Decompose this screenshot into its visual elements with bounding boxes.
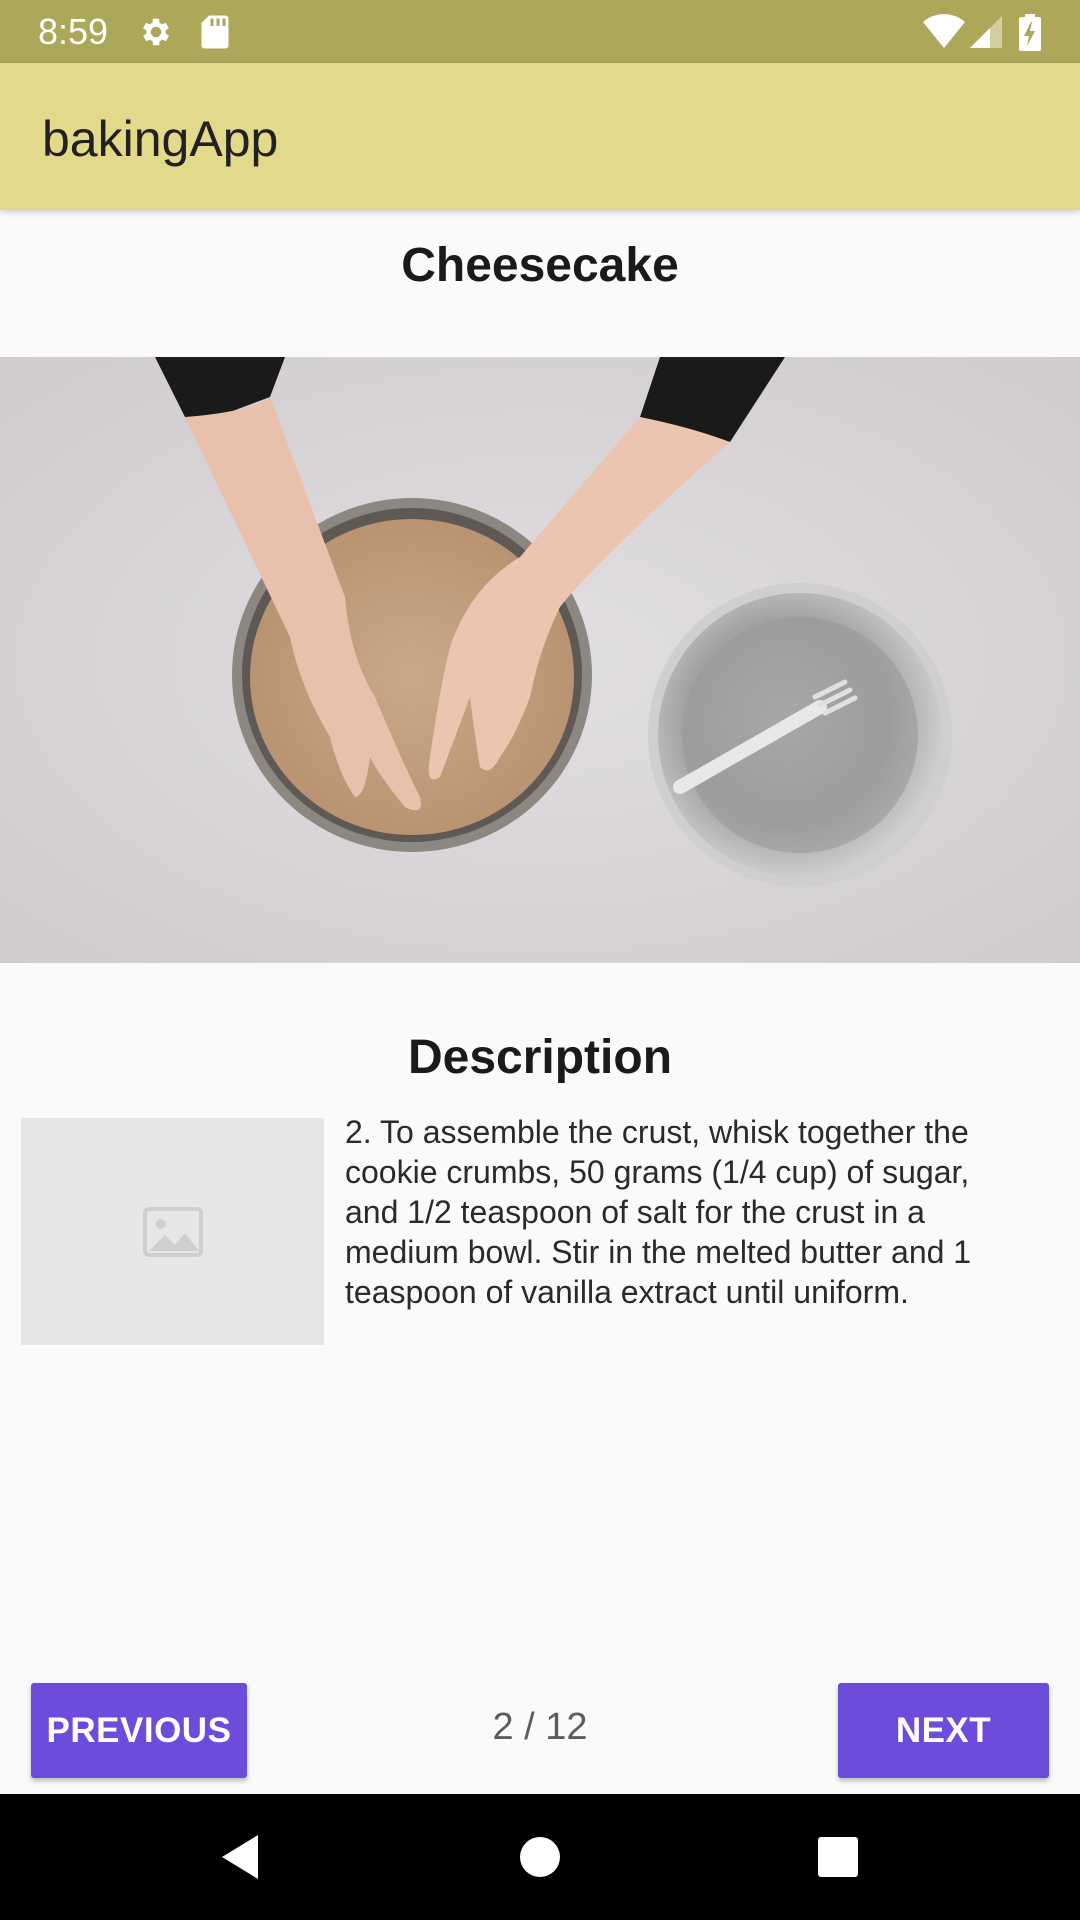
recents-icon[interactable] xyxy=(808,1827,868,1887)
gear-icon xyxy=(138,14,174,48)
back-icon[interactable] xyxy=(210,1827,270,1887)
status-time: 8:59 xyxy=(38,11,109,52)
next-button[interactable]: NEXT xyxy=(838,1683,1049,1778)
sd-card-icon xyxy=(200,14,230,49)
home-icon[interactable] xyxy=(510,1827,570,1887)
status-bar: 8:59 xyxy=(0,0,1080,63)
image-placeholder-icon xyxy=(143,1207,203,1257)
step-description: 2. To assemble the crust, whisk together… xyxy=(345,1114,972,1310)
video-player[interactable] xyxy=(0,357,1080,963)
wifi-icon xyxy=(922,14,966,48)
recipe-title: Cheesecake xyxy=(401,239,679,292)
app-bar: bakingApp xyxy=(0,63,1080,210)
battery-charging-icon xyxy=(1018,14,1042,51)
app-title: bakingApp xyxy=(42,111,279,167)
video-frame-illustration xyxy=(0,357,1080,963)
step-thumbnail xyxy=(21,1118,324,1345)
description-heading: Description xyxy=(407,1031,673,1084)
signal-icon xyxy=(968,14,1004,48)
system-navigation-bar xyxy=(0,1794,1080,1920)
